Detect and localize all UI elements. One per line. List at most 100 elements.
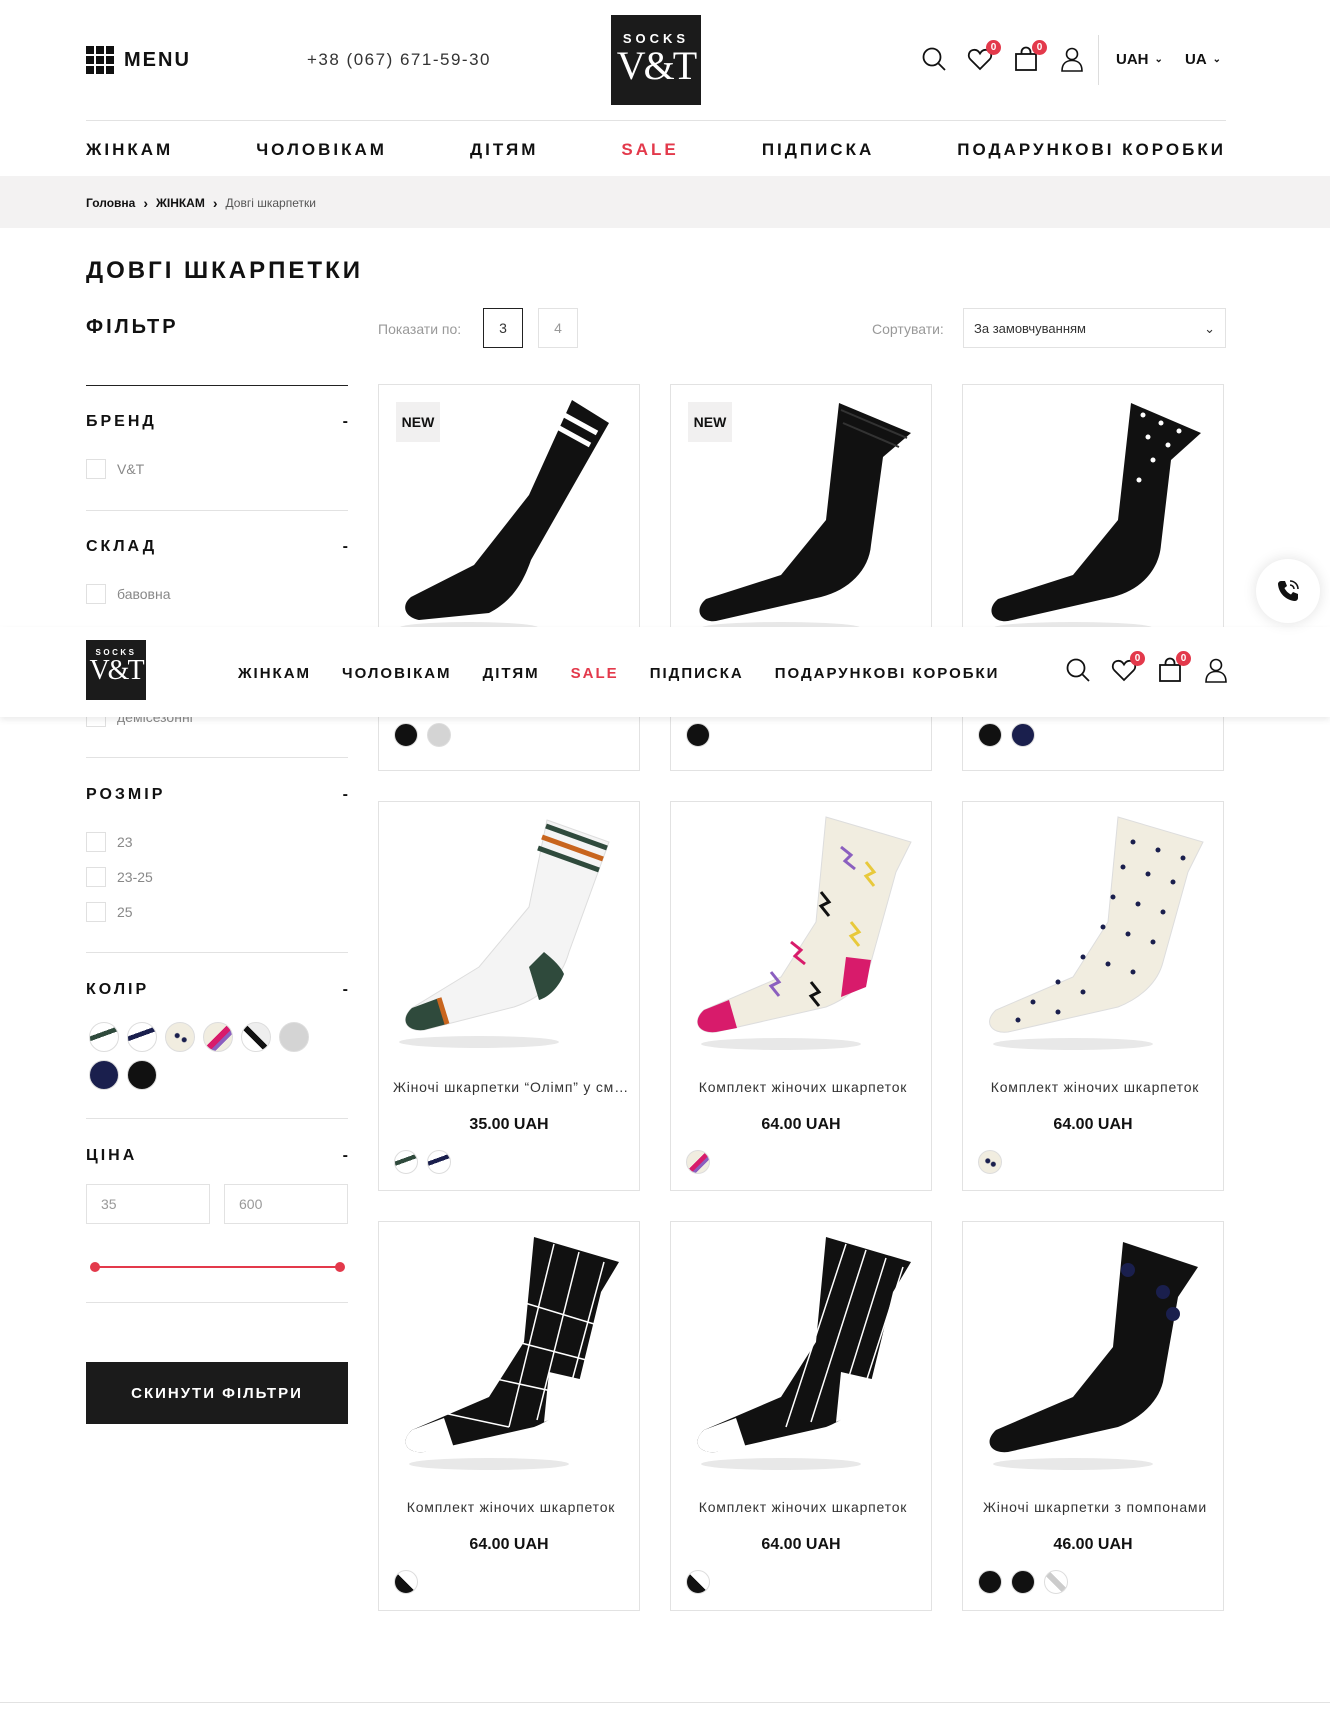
chevron-right-icon: ›: [212, 195, 218, 211]
price-min-input[interactable]: [86, 1184, 210, 1224]
color-swatch-grey[interactable]: [279, 1022, 309, 1052]
color-dot-grey[interactable]: [427, 723, 451, 747]
filter-divider: [86, 1302, 348, 1303]
product-name[interactable]: Жіночі шкарпетки “Олімп” у смужку: [393, 1079, 629, 1095]
sort-label: Сортувати:: [872, 321, 944, 337]
sticky-nav-subscription[interactable]: ПІДПИСКА: [650, 665, 744, 682]
checkbox[interactable]: [86, 832, 106, 852]
callback-button[interactable]: [1256, 559, 1320, 623]
price-range-min-handle[interactable]: [90, 1262, 100, 1272]
search-icon[interactable]: [921, 46, 947, 72]
price-max-input[interactable]: [224, 1184, 348, 1224]
color-swatch-white-navy[interactable]: [127, 1022, 157, 1052]
filter-composition-header[interactable]: СКЛАД -: [86, 538, 348, 556]
breadcrumb-women[interactable]: ЖІНКАМ: [156, 196, 205, 210]
color-swatch-white-green[interactable]: [89, 1022, 119, 1052]
filter-size-23-25[interactable]: 23-25: [86, 867, 153, 887]
breadcrumb-home[interactable]: Головна: [86, 196, 135, 210]
color-dot-white[interactable]: [1044, 1570, 1068, 1594]
color-dot-navy[interactable]: [1011, 723, 1035, 747]
color-dot-black-white[interactable]: [686, 1570, 710, 1594]
color-dot-white-green[interactable]: [394, 1150, 418, 1174]
filter-divider: [86, 1118, 348, 1119]
product-name[interactable]: Комплект жіночих шкарпеток: [685, 1079, 921, 1095]
wishlist-heart-icon[interactable]: 0: [967, 40, 1001, 72]
wishlist-heart-icon[interactable]: 0: [1111, 651, 1145, 683]
product-color-swatches: [394, 1570, 418, 1594]
sort-select[interactable]: За замовчуванням ⌄: [963, 308, 1226, 348]
language-select[interactable]: UA ⌄: [1185, 51, 1221, 68]
product-card[interactable]: Комплект жіночих шкарпеток 64.00 UAH: [670, 801, 932, 1191]
product-card[interactable]: Комплект жіночих шкарпеток 64.00 UAH: [670, 1221, 932, 1611]
nav-gift-boxes[interactable]: ПОДАРУНКОВІ КОРОБКИ: [957, 140, 1226, 160]
sticky-nav-women[interactable]: ЖІНКАМ: [238, 665, 311, 682]
product-card[interactable]: Комплект жіночих шкарпеток 64.00 UAH: [378, 1221, 640, 1611]
checkbox[interactable]: [86, 902, 106, 922]
color-swatch-white-black[interactable]: [241, 1022, 271, 1052]
color-dot-white-navy[interactable]: [427, 1150, 451, 1174]
checkbox[interactable]: [86, 459, 106, 479]
product-card[interactable]: Жіночі шкарпетки “Олімп” у смужку 35.00 …: [378, 801, 640, 1191]
nav-kids[interactable]: ДІТЯМ: [470, 140, 538, 160]
sticky-nav-sale[interactable]: SALE: [571, 665, 619, 682]
filter-size-23[interactable]: 23: [86, 832, 133, 852]
color-swatch-cream-dots[interactable]: [165, 1022, 195, 1052]
nav-sale[interactable]: SALE: [621, 140, 678, 160]
sticky-nav-men[interactable]: ЧОЛОВІКАМ: [342, 665, 452, 682]
filter-price-header[interactable]: ЦІНА -: [86, 1147, 348, 1165]
color-dot-black-navy-pompom[interactable]: [1011, 1570, 1035, 1594]
filter-size-header[interactable]: РОЗМІР -: [86, 786, 348, 804]
per-page-4[interactable]: 4: [538, 308, 578, 348]
color-dot-black[interactable]: [978, 723, 1002, 747]
currency-select[interactable]: UAH ⌄: [1116, 51, 1163, 68]
product-name[interactable]: Жіночі шкарпетки з помпонами: [977, 1499, 1213, 1515]
page-title: ДОВГІ ШКАРПЕТКИ: [86, 257, 363, 284]
filter-composition-cotton[interactable]: бавовна: [86, 584, 171, 604]
product-name[interactable]: Комплект жіночих шкарпеток: [393, 1499, 629, 1515]
filter-size-title: РОЗМІР: [86, 786, 166, 803]
product-name[interactable]: Комплект жіночих шкарпеток: [685, 1499, 921, 1515]
nav-women[interactable]: ЖІНКАМ: [86, 140, 173, 160]
color-swatch-black[interactable]: [127, 1060, 157, 1090]
checkbox[interactable]: [86, 867, 106, 887]
color-dot-cream-pattern[interactable]: [686, 1150, 710, 1174]
cart-badge: 0: [1032, 40, 1047, 55]
user-account-icon[interactable]: [1203, 657, 1229, 683]
price-range-max-handle[interactable]: [335, 1262, 345, 1272]
phone-link[interactable]: +38 (067) 671-59-30: [307, 50, 491, 70]
nav-subscription[interactable]: ПІДПИСКА: [762, 140, 874, 160]
sticky-nav-kids[interactable]: ДІТЯМ: [483, 665, 540, 682]
menu-button[interactable]: MENU: [86, 46, 191, 74]
reset-filters-button[interactable]: СКИНУТИ ФІЛЬТРИ: [86, 1362, 348, 1424]
sticky-nav: ЖІНКАМ ЧОЛОВІКАМ ДІТЯМ SALE ПІДПИСКА ПОД…: [238, 665, 999, 682]
color-swatch-navy[interactable]: [89, 1060, 119, 1090]
filter-size-25[interactable]: 25: [86, 902, 133, 922]
cart-bag-icon[interactable]: 0: [1013, 40, 1047, 72]
color-dot-black[interactable]: [394, 723, 418, 747]
filter-color-header[interactable]: КОЛІР -: [86, 981, 348, 999]
chevron-down-icon: ⌄: [1212, 54, 1222, 65]
user-account-icon[interactable]: [1059, 46, 1085, 72]
nav-men[interactable]: ЧОЛОВІКАМ: [256, 140, 387, 160]
filter-option-label: 25: [117, 904, 133, 920]
search-icon[interactable]: [1065, 657, 1091, 683]
color-dot-cream-dots[interactable]: [978, 1150, 1002, 1174]
product-name[interactable]: Комплект жіночих шкарпеток: [977, 1079, 1213, 1095]
color-dot-black[interactable]: [978, 1570, 1002, 1594]
product-card[interactable]: Комплект жіночих шкарпеток 64.00 UAH: [962, 801, 1224, 1191]
filter-brand-vt[interactable]: V&T: [86, 459, 144, 479]
color-swatch-cream-pattern[interactable]: [203, 1022, 233, 1052]
sticky-logo[interactable]: SOCKS V&T: [86, 640, 146, 700]
menu-grid-icon: [86, 46, 114, 74]
checkbox[interactable]: [86, 584, 106, 604]
cart-bag-icon[interactable]: 0: [1157, 651, 1191, 683]
sticky-nav-gift-boxes[interactable]: ПОДАРУНКОВІ КОРОБКИ: [775, 665, 1000, 682]
filter-brand-header[interactable]: БРЕНД -: [86, 413, 348, 431]
color-dot-black[interactable]: [686, 723, 710, 747]
product-card[interactable]: Жіночі шкарпетки з помпонами 46.00 UAH: [962, 1221, 1224, 1611]
per-page-3[interactable]: 3: [483, 308, 523, 348]
logo[interactable]: SOCKS V&T: [611, 15, 701, 105]
product-price: 46.00 UAH: [1053, 1536, 1133, 1553]
color-dot-black-white[interactable]: [394, 1570, 418, 1594]
filter-option-label: 23: [117, 834, 133, 850]
